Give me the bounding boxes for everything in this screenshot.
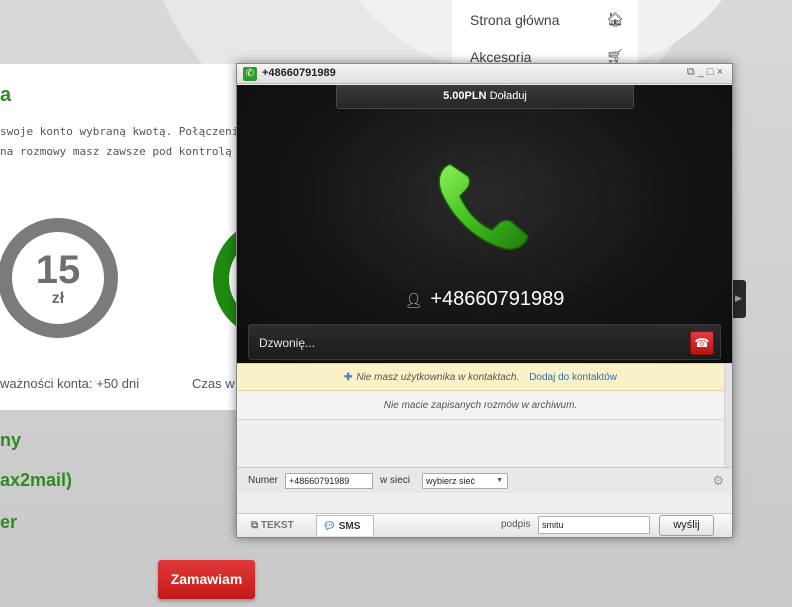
topup-card: a swoje konto wybraną kwotą. Połączenia … [0, 64, 333, 410]
time-text: Czas w [192, 376, 235, 391]
notice-text: Nie masz użytkownika w kontaktach. [356, 372, 520, 383]
amount-unit: zł [51, 290, 65, 307]
number-input[interactable]: +48660791989 [285, 473, 373, 489]
amount-value: 15 [35, 248, 81, 292]
phone-app-icon: ✆ [243, 67, 257, 81]
nav-item-home[interactable]: Strona główna [470, 12, 560, 28]
chevron-right-icon: ▶ [735, 293, 742, 303]
phone-handset-icon [438, 163, 529, 250]
tab-text-label: TEKST [260, 520, 294, 531]
call-screen: 5.00PLN Doładuj 👤︎ +48660791989 Dzwonię..… [237, 85, 732, 363]
hangup-button[interactable]: ☎ [690, 331, 714, 355]
balance-bar[interactable]: 5.00PLN Doładuj [336, 85, 634, 109]
hangup-icon: ☎ [694, 336, 710, 350]
feature-link[interactable]: er [0, 512, 17, 533]
add-contact-link[interactable]: Dodaj do kontaktów [529, 372, 617, 383]
text-icon: ⧉ [251, 520, 261, 531]
minimize-icon[interactable]: _ [698, 66, 707, 78]
card-description-line: swoje konto wybraną kwotą. Połączenia r [0, 125, 259, 138]
archive-message: Nie macie zapisanych rozmów w archiwum. [237, 392, 724, 420]
history-panel: ✚ Nie masz użytkownika w kontaktach. Dodaj… [237, 363, 732, 467]
contact-notice: ✚ Nie masz użytkownika w kontaktach. Dodaj… [237, 364, 724, 391]
contact-number: +48660791989 [430, 288, 565, 310]
window-titlebar[interactable]: ✆ +48660791989 ⧉_□× [237, 64, 732, 84]
call-status-bar: Dzwonię... ☎ [248, 324, 721, 360]
window-controls: ⧉_□× [687, 66, 726, 79]
bottom-toolbar: ⧉ TEKST 💬︎ SMS podpis smitu wyślij [237, 513, 732, 537]
call-status: Dzwonię... [259, 336, 316, 350]
history-scrollbar[interactable] [724, 364, 732, 467]
message-area[interactable] [237, 493, 732, 513]
order-button[interactable]: Zamawiam [158, 560, 255, 599]
tab-text[interactable]: ⧉ TEKST [245, 515, 319, 536]
side-expand-tab[interactable]: ▶ [732, 280, 746, 318]
signature-input[interactable]: smitu [538, 516, 650, 534]
number-label: Numer [248, 475, 279, 486]
tab-sms-label: SMS [338, 521, 361, 532]
call-window: ✆ +48660791989 ⧉_□× 5.00PLN Doładuj 👤︎ +4… [236, 63, 733, 538]
popout-icon[interactable]: ⧉ [687, 66, 698, 78]
window-title: +48660791989 [262, 67, 336, 79]
validity-text: ważności konta: +50 dni [0, 376, 140, 391]
home-icon: 🏠︎ [606, 11, 624, 27]
network-value: wybierz sieć [426, 476, 476, 486]
balance-amount: 5.00PLN [443, 90, 487, 102]
network-label: w sieci [380, 475, 411, 486]
close-icon[interactable]: × [717, 66, 726, 78]
number-row: Numer +48660791989 w sieci wybierz sieć … [237, 467, 732, 493]
card-title: a [0, 84, 12, 106]
topup-link[interactable]: Doładuj [490, 90, 527, 102]
chevron-down-icon: ▼ [496, 477, 503, 484]
feature-link[interactable]: ax2mail) [0, 470, 72, 491]
feature-link[interactable]: ny [0, 430, 21, 451]
plus-icon: ✚ [343, 372, 353, 383]
card-description-line: na rozmowy masz zawsze pod kontrolą [0, 145, 232, 158]
amount-ring[interactable]: 15 zł [0, 218, 118, 338]
card-description: swoje konto wybraną kwotą. Połączenia r … [0, 122, 258, 162]
network-select[interactable]: wybierz sieć ▼ [422, 473, 508, 489]
add-contact-icon[interactable]: 👤︎ [405, 292, 423, 308]
tab-sms[interactable]: 💬︎ SMS [316, 515, 374, 536]
contact-row: 👤︎ +48660791989 [237, 288, 732, 311]
maximize-icon[interactable]: □ [707, 66, 717, 78]
site-nav: Strona główna 🏠︎ Akcesoria 🛒︎ [452, 0, 638, 65]
send-button[interactable]: wyślij [659, 515, 714, 536]
gear-icon[interactable]: ⚙ [712, 473, 724, 489]
signature-label: podpis [501, 519, 531, 530]
chat-bubble-icon: 💬︎ [323, 521, 336, 532]
